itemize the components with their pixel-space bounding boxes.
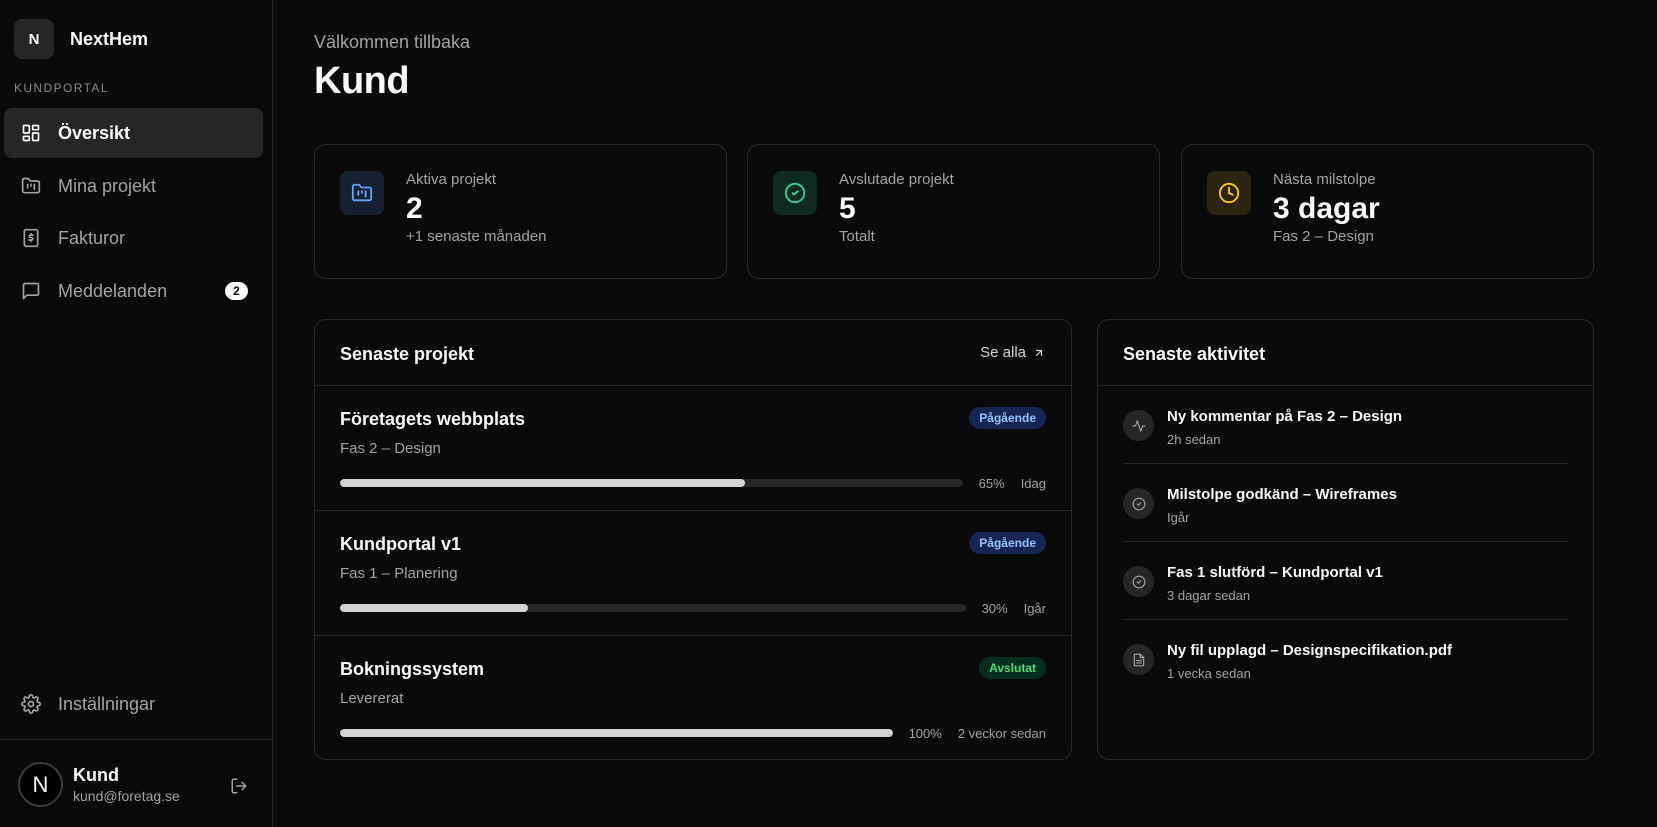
logout-icon[interactable] <box>228 775 250 797</box>
brand[interactable]: N NextHem <box>14 19 148 59</box>
folder-kanban-icon <box>20 175 42 197</box>
user-profile[interactable]: N Kund kund@foretag.se <box>18 762 180 807</box>
stat-sub: Totalt <box>839 228 875 245</box>
progress-fill <box>340 604 528 612</box>
activity-time: 3 dagar sedan <box>1167 588 1251 603</box>
status-badge: Pågående <box>969 532 1046 554</box>
activity-time: 1 vecka sedan <box>1167 666 1251 681</box>
stat-sub: Fas 2 – Design <box>1273 228 1374 245</box>
panel-title: Senaste projekt <box>340 344 475 364</box>
activity-title: Ny fil upplagd – Designspecifikation.pdf <box>1167 642 1453 659</box>
activity-title: Ny kommentar på Fas 2 – Design <box>1167 408 1403 425</box>
activity-item[interactable]: Ny fil upplagd – Designspecifikation.pdf… <box>1123 620 1568 698</box>
stat-sub: +1 senaste månaden <box>406 228 547 245</box>
stat-label: Nästa milstolpe <box>1273 171 1376 188</box>
project-updated: Idag <box>1020 475 1046 491</box>
sidebar-divider <box>0 739 273 740</box>
sidebar-item-label: Översikt <box>58 122 131 143</box>
check-circle-icon <box>1123 488 1154 519</box>
brand-logo: N <box>14 19 54 59</box>
project-phase: Fas 1 – Planering <box>340 565 458 582</box>
activity-title: Milstolpe godkänd – Wireframes <box>1167 486 1397 503</box>
activity-item[interactable]: Milstolpe godkänd – Wireframes Igår <box>1123 464 1568 542</box>
activity-item[interactable]: Fas 1 slutförd – Kundportal v1 3 dagar s… <box>1123 542 1568 620</box>
main-content: Välkommen tillbaka Kund Aktiva projekt 2… <box>274 0 1657 827</box>
project-updated: 2 veckor sedan <box>957 725 1046 741</box>
activity-title: Fas 1 slutförd – Kundportal v1 <box>1167 564 1383 581</box>
sidebar-section-label: KUNDPORTAL <box>14 81 109 95</box>
sidebar-item-label: Mina projekt <box>58 175 157 196</box>
progress-bar <box>340 479 963 487</box>
dashboard-icon <box>20 122 42 144</box>
stat-card-next-milestone: Nästa milstolpe 3 dagar Fas 2 – Design <box>1181 144 1594 279</box>
progress-percent: 100% <box>908 725 942 741</box>
activity-item[interactable]: Ny kommentar på Fas 2 – Design 2h sedan <box>1123 386 1568 464</box>
progress-bar <box>340 729 893 737</box>
welcome-text: Välkommen tillbaka <box>314 32 471 52</box>
stat-label: Avslutade projekt <box>839 171 954 188</box>
progress-percent: 65% <box>978 475 1005 491</box>
user-email: kund@foretag.se <box>73 788 180 804</box>
stat-value: 5 <box>839 192 856 225</box>
recent-projects-panel: Senaste projekt Se alla Företagets webbp… <box>314 319 1072 760</box>
sidebar-item-label: Fakturor <box>58 227 126 248</box>
progress-fill <box>340 729 893 737</box>
stat-value: 3 dagar <box>1273 192 1380 225</box>
stat-card-completed-projects: Avslutade projekt 5 Totalt <box>747 144 1160 279</box>
project-name: Kundportal v1 <box>340 534 462 554</box>
project-row[interactable]: Bokningssystem Levererat Avslutat 100% 2… <box>315 636 1071 759</box>
activity-time: Igår <box>1167 510 1190 525</box>
sidebar: N NextHem KUNDPORTAL Översikt Mina proje… <box>0 0 273 827</box>
status-badge: Pågående <box>969 407 1046 429</box>
check-circle-icon <box>773 171 817 215</box>
stat-card-active-projects: Aktiva projekt 2 +1 senaste månaden <box>314 144 727 279</box>
status-badge: Avslutat <box>979 657 1046 679</box>
progress-percent: 30% <box>981 600 1008 616</box>
see-all-label: Se alla <box>980 344 1026 361</box>
folder-icon <box>340 171 384 215</box>
clock-icon <box>1207 171 1251 215</box>
message-icon <box>20 280 42 302</box>
project-phase: Levererat <box>340 690 404 707</box>
see-all-link[interactable]: Se alla <box>980 344 1045 361</box>
project-updated: Igår <box>1023 600 1046 616</box>
project-name: Företagets webbplats <box>340 409 526 429</box>
sidebar-item-meddelanden[interactable]: Meddelanden 2 <box>4 266 263 316</box>
stat-label: Aktiva projekt <box>406 171 497 188</box>
project-row[interactable]: Kundportal v1 Fas 1 – Planering Pågående… <box>315 511 1071 636</box>
progress-bar <box>340 604 966 612</box>
check-circle-icon <box>1123 566 1154 597</box>
gear-icon <box>20 693 42 715</box>
recent-activity-panel: Senaste aktivitet Ny kommentar på Fas 2 … <box>1097 319 1594 760</box>
arrow-up-right-icon <box>1035 349 1043 356</box>
unread-count-badge: 2 <box>225 282 248 300</box>
sidebar-item-fakturor[interactable]: Fakturor <box>4 213 263 263</box>
sidebar-item-label: Meddelanden <box>58 280 168 301</box>
project-row[interactable]: Företagets webbplats Fas 2 – Design Pågå… <box>315 386 1071 511</box>
sidebar-item-oversikt[interactable]: Översikt <box>4 108 263 158</box>
panel-title: Senaste aktivitet <box>1123 344 1266 364</box>
stat-value: 2 <box>406 192 423 225</box>
activity-time: 2h sedan <box>1167 432 1221 447</box>
page-title: Kund <box>314 60 410 102</box>
project-phase: Fas 2 – Design <box>340 440 441 457</box>
sidebar-item-mina-projekt[interactable]: Mina projekt <box>4 161 263 211</box>
brand-name: NextHem <box>70 28 149 49</box>
project-name: Bokningssystem <box>340 659 485 679</box>
avatar: N <box>18 762 63 807</box>
receipt-icon <box>20 227 42 249</box>
file-icon <box>1123 644 1154 675</box>
sidebar-item-installningar[interactable]: Inställningar <box>4 679 263 729</box>
activity-icon <box>1123 410 1154 441</box>
user-name: Kund <box>73 765 119 785</box>
sidebar-item-label: Inställningar <box>58 693 156 714</box>
progress-fill <box>340 479 745 487</box>
